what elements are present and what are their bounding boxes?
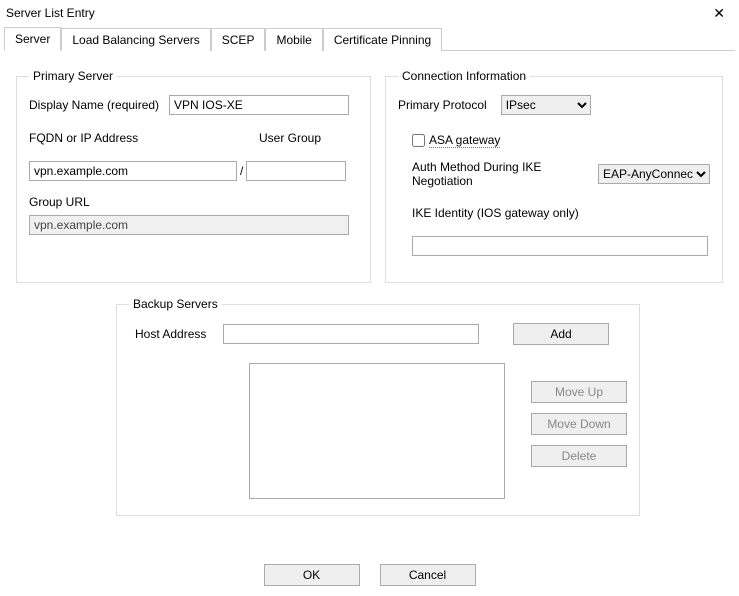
auth-method-label: Auth Method During IKE Negotiation [412, 160, 586, 188]
connection-information-group: Connection Information Primary Protocol … [385, 69, 723, 283]
user-group-label: User Group [259, 131, 321, 145]
connection-information-legend: Connection Information [398, 69, 530, 83]
backup-servers-group: Backup Servers Host Address Add Move Up … [116, 297, 640, 516]
asa-gateway-checkbox[interactable] [412, 134, 425, 147]
host-address-label: Host Address [129, 327, 215, 341]
cancel-button[interactable]: Cancel [380, 564, 476, 586]
host-address-input[interactable] [223, 324, 479, 344]
ok-button[interactable]: OK [264, 564, 360, 586]
ike-identity-input[interactable] [412, 236, 708, 256]
tabs: Server Load Balancing Servers SCEP Mobil… [4, 26, 735, 51]
asa-gateway-label: ASA gateway [429, 133, 500, 148]
primary-server-group: Primary Server Display Name (required) F… [16, 69, 371, 283]
fqdn-input[interactable] [29, 161, 237, 181]
tab-certificate-pinning[interactable]: Certificate Pinning [323, 28, 442, 51]
close-icon[interactable]: ✕ [707, 4, 731, 22]
move-up-button[interactable]: Move Up [531, 381, 627, 403]
primary-server-legend: Primary Server [29, 69, 117, 83]
backup-servers-legend: Backup Servers [129, 297, 222, 311]
window-title: Server List Entry [6, 6, 95, 20]
delete-button[interactable]: Delete [531, 445, 627, 467]
tab-load-balancing-servers[interactable]: Load Balancing Servers [61, 28, 210, 51]
ike-identity-label: IKE Identity (IOS gateway only) [412, 206, 710, 220]
tab-mobile[interactable]: Mobile [265, 28, 322, 51]
display-name-input[interactable] [169, 95, 349, 115]
primary-protocol-select[interactable]: IPsec [501, 95, 591, 115]
group-url-label: Group URL [29, 195, 358, 209]
titlebar: Server List Entry ✕ [0, 0, 739, 26]
content: Primary Server Display Name (required) F… [0, 51, 739, 516]
dialog-buttons: OK Cancel [0, 564, 739, 586]
group-url-input [29, 215, 349, 235]
move-down-button[interactable]: Move Down [531, 413, 627, 435]
primary-protocol-label: Primary Protocol [398, 98, 487, 112]
fqdn-label: FQDN or IP Address [29, 131, 249, 145]
user-group-input[interactable] [246, 161, 346, 181]
add-button[interactable]: Add [513, 323, 609, 345]
fqdn-usergroup-separator: / [237, 164, 246, 178]
tab-scep[interactable]: SCEP [211, 28, 266, 51]
backup-servers-listbox[interactable] [249, 363, 505, 499]
tab-server[interactable]: Server [4, 27, 61, 51]
display-name-label: Display Name (required) [29, 98, 159, 112]
auth-method-select[interactable]: EAP-AnyConnect [598, 164, 710, 184]
